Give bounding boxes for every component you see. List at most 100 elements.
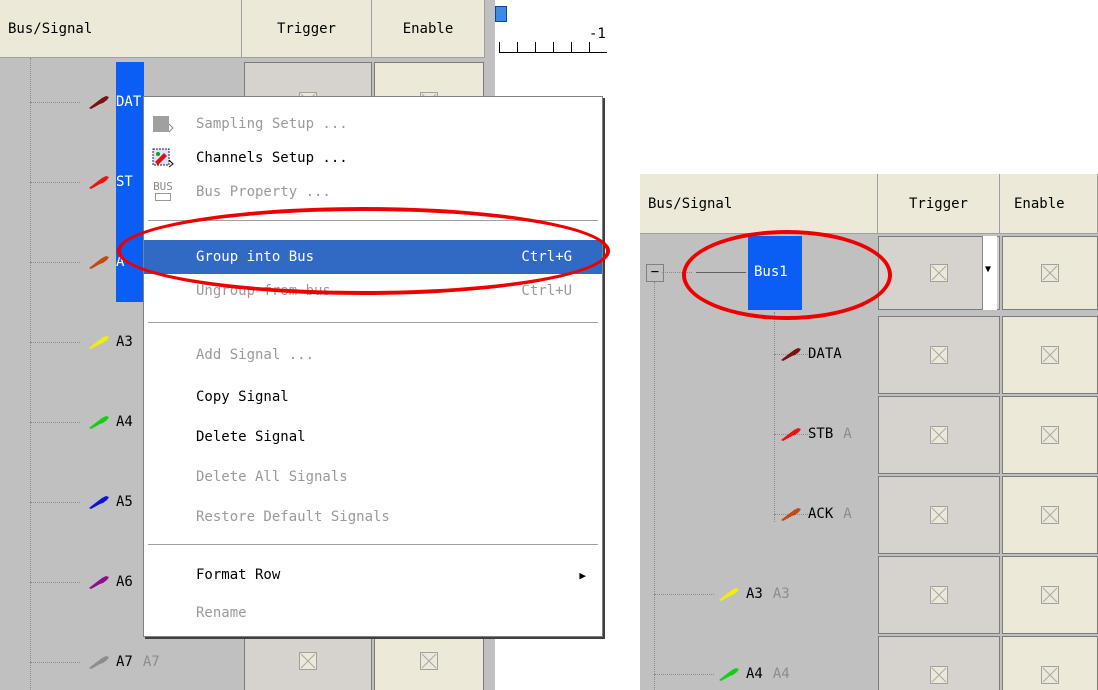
probe-icon <box>88 575 110 589</box>
probe-icon <box>88 495 110 509</box>
enable-cell[interactable] <box>1002 396 1098 474</box>
menu-item-format-row[interactable]: Format Row ▶ <box>144 558 602 592</box>
trigger-dropdown-button[interactable]: ▼ <box>982 236 997 310</box>
signal-row[interactable]: A4 <box>88 410 133 434</box>
signal-row[interactable]: STB A <box>780 422 852 446</box>
enable-header-right[interactable]: Enable <box>1000 174 1098 234</box>
context-menu: Sampling Setup ... Channels Setup ... BUS B… <box>143 96 603 637</box>
annotation-ellipse-bus <box>682 230 892 320</box>
menu-item-label: Restore Default Signals <box>196 509 390 525</box>
signal-alias: A <box>843 506 852 522</box>
signal-row[interactable]: A3 A3 <box>718 582 790 606</box>
checkbox-x-icon <box>1041 346 1059 364</box>
bus-signal-header-label: Bus/Signal <box>8 20 93 37</box>
menu-item-rename[interactable]: Rename <box>144 596 602 630</box>
menu-item-sampling-setup[interactable]: Sampling Setup ... <box>144 107 602 141</box>
enable-cell[interactable] <box>1002 636 1098 690</box>
probe-icon <box>88 95 110 109</box>
signal-name: A3 <box>746 586 763 602</box>
enable-header-label: Enable <box>402 20 454 37</box>
probe-icon <box>88 335 110 349</box>
menu-item-delete-all-signals[interactable]: Delete All Signals <box>144 460 602 494</box>
signal-row[interactable]: DATA <box>780 342 842 366</box>
menu-separator <box>148 322 598 324</box>
signal-name: DAT <box>116 94 142 110</box>
annotation-ellipse-menu <box>117 207 610 295</box>
enable-header-right-label: Enable <box>1014 195 1065 212</box>
collapse-icon: − <box>650 264 660 280</box>
enable-cell[interactable] <box>1002 556 1098 634</box>
checkbox-x-icon <box>299 652 317 670</box>
menu-item-label: Channels Setup ... <box>196 150 348 166</box>
probe-icon <box>88 255 110 269</box>
menu-separator <box>148 544 598 546</box>
checkbox-x-icon <box>1041 264 1059 282</box>
checkbox-x-icon <box>1041 506 1059 524</box>
enable-cell[interactable] <box>1002 316 1098 394</box>
tree-line <box>30 102 80 103</box>
tree-line <box>30 342 80 343</box>
checkbox-x-icon <box>930 586 948 604</box>
checkbox-x-icon <box>930 426 948 444</box>
probe-icon <box>780 507 802 521</box>
ruler-label: -1 <box>589 26 606 42</box>
signal-alias: A4 <box>772 666 790 682</box>
signal-row[interactable]: A4 A4 <box>718 662 790 686</box>
checkbox-x-icon <box>1041 666 1059 684</box>
trigger-cell[interactable] <box>878 636 1000 690</box>
enable-header[interactable]: Enable <box>372 0 485 58</box>
enable-cell[interactable] <box>1002 476 1098 554</box>
probe-icon <box>718 667 740 681</box>
menu-item-add-signal[interactable]: Add Signal ... <box>144 338 602 372</box>
trigger-cell[interactable] <box>878 316 1000 394</box>
checkbox-x-icon <box>930 666 948 684</box>
probe-icon <box>718 587 740 601</box>
checkbox-x-icon <box>420 652 438 670</box>
cursor-marker-icon[interactable] <box>495 6 507 22</box>
tree-line <box>654 282 655 690</box>
trigger-cell[interactable] <box>878 556 1000 634</box>
enable-cell[interactable] <box>1002 236 1098 310</box>
trigger-header-right-label: Trigger <box>908 195 968 212</box>
menu-item-label: Delete Signal <box>196 429 306 445</box>
menu-item-copy-signal[interactable]: Copy Signal <box>144 380 602 414</box>
signal-name: A7 <box>116 654 133 670</box>
menu-item-label: Delete All Signals <box>196 469 348 485</box>
menu-item-channels-setup[interactable]: Channels Setup ... <box>144 141 602 175</box>
menu-item-label: Sampling Setup ... <box>196 116 348 132</box>
signal-name: DATA <box>808 346 842 362</box>
trigger-cell[interactable] <box>878 476 1000 554</box>
signal-row[interactable]: ST <box>88 170 133 194</box>
chevron-down-icon: ▼ <box>985 264 992 275</box>
signal-name: A6 <box>116 574 133 590</box>
trigger-cell[interactable] <box>878 396 1000 474</box>
signal-row[interactable]: A5 <box>88 490 133 514</box>
signal-row[interactable]: DAT <box>88 90 141 114</box>
signal-name: A5 <box>116 494 133 510</box>
tree-line <box>654 594 714 595</box>
collapse-button[interactable]: − <box>646 264 664 282</box>
signal-row[interactable]: A3 <box>88 330 133 354</box>
trigger-header[interactable]: Trigger <box>242 0 372 58</box>
signal-name: A3 <box>116 334 133 350</box>
channels-setup-icon <box>152 148 174 168</box>
signal-row[interactable]: A7 A7 <box>88 650 160 674</box>
menu-item-restore-default-signals[interactable]: Restore Default Signals <box>144 500 602 534</box>
menu-item-label: Rename <box>196 605 247 621</box>
submenu-arrow-icon: ▶ <box>579 568 586 582</box>
menu-item-bus-property[interactable]: BUS Bus Property ... <box>144 175 602 209</box>
signal-row[interactable]: ACK A <box>780 502 852 526</box>
trigger-header-label: Trigger <box>276 20 336 37</box>
ruler-ticks <box>499 42 607 53</box>
signal-name: A4 <box>116 414 133 430</box>
bus-signal-header-right[interactable]: Bus/Signal <box>640 174 878 234</box>
bus-signal-header[interactable]: Bus/Signal <box>0 0 242 58</box>
signal-alias: A7 <box>142 654 160 670</box>
trigger-header-right[interactable]: Trigger <box>878 174 1000 234</box>
signal-name: STB <box>808 426 834 442</box>
probe-icon <box>88 175 110 189</box>
menu-item-delete-signal[interactable]: Delete Signal <box>144 420 602 454</box>
tree-line <box>30 502 80 503</box>
menu-item-shortcut: Ctrl+U <box>521 283 572 299</box>
signal-row[interactable]: A6 <box>88 570 133 594</box>
